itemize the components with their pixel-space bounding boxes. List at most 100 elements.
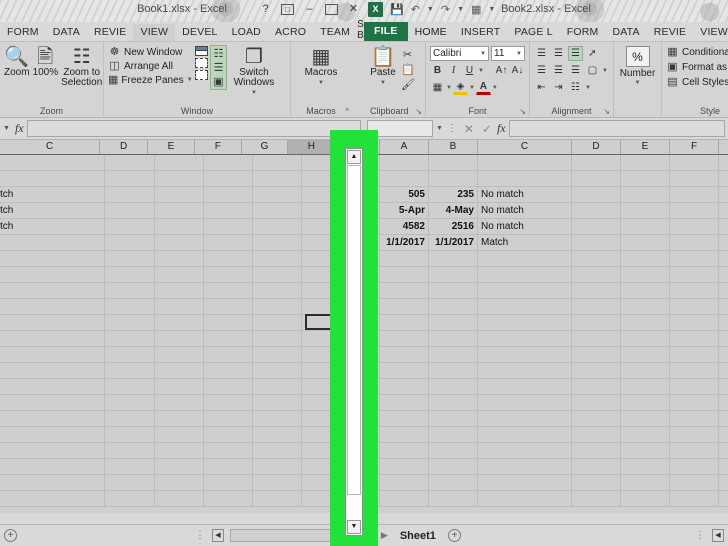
book1-cell-15-3[interactable]	[204, 395, 253, 410]
unhide-icon[interactable]	[195, 70, 208, 80]
book2-cell-12-6[interactable]	[670, 347, 719, 362]
book1-cell-3-1[interactable]	[105, 203, 155, 218]
ribbon-display-options-icon[interactable]: □	[281, 3, 294, 15]
book1-cell-4-1[interactable]	[105, 219, 155, 234]
book1-cell-12-0[interactable]	[0, 347, 105, 362]
book1-cell-15-0[interactable]	[0, 395, 105, 410]
tab-form[interactable]: FORM	[0, 24, 46, 41]
scroll-track[interactable]	[346, 495, 362, 519]
book2-cell-9-4[interactable]	[572, 299, 621, 314]
alignment-dialog-launcher[interactable]: ↘	[603, 107, 610, 116]
book1-cell-7-0[interactable]	[0, 267, 105, 282]
book1-cell-10-4[interactable]	[253, 315, 302, 330]
book2-cell-13-3[interactable]	[478, 363, 572, 378]
book2-cell-2-2[interactable]: 235	[429, 187, 478, 202]
chevron-down-icon[interactable]: ▼	[478, 68, 484, 74]
book1-cell-18-3[interactable]	[204, 443, 253, 458]
close-icon[interactable]: ✕	[347, 2, 360, 16]
book2-cell-4-2[interactable]: 2516	[429, 219, 478, 234]
book2-cell-6-6[interactable]	[670, 251, 719, 266]
book2-cell-17-6[interactable]	[670, 427, 719, 442]
book2-cell-15-4[interactable]	[572, 395, 621, 410]
book1-cell-4-2[interactable]	[155, 219, 204, 234]
book1-cell-5-3[interactable]	[204, 235, 253, 250]
book2-cell-0-1[interactable]	[380, 155, 429, 170]
reset-window-icon[interactable]: ▣	[212, 75, 225, 88]
align-center-icon[interactable]: ☰	[551, 63, 566, 78]
tab-data[interactable]: DATA	[46, 24, 87, 41]
book2-cell-6-4[interactable]	[572, 251, 621, 266]
book1-cell-19-0[interactable]	[0, 459, 105, 474]
book1-cell-20-3[interactable]	[204, 475, 253, 490]
chevron-down-icon[interactable]: ▼	[318, 78, 324, 88]
switch-windows-button[interactable]: ❐ Switch Windows ▼	[229, 46, 279, 98]
paintbrush-icon[interactable]: 🖌	[401, 78, 415, 91]
book2-cell-8-4[interactable]	[572, 283, 621, 298]
book2-cell-6-1[interactable]	[380, 251, 429, 266]
book2-cell-10-1[interactable]	[380, 315, 429, 330]
zoom-button[interactable]: 🔍 Zoom	[4, 46, 30, 78]
book2-cell-8-1[interactable]	[380, 283, 429, 298]
book2-cell-20-6[interactable]	[670, 475, 719, 490]
book2-cell-17-1[interactable]	[380, 427, 429, 442]
book2-cell-0-6[interactable]	[670, 155, 719, 170]
align-left-icon[interactable]: ☰	[534, 63, 549, 78]
book2-cell-15-1[interactable]	[380, 395, 429, 410]
book2-cell-2-6[interactable]	[670, 187, 719, 202]
vertical-scrollbar-book1[interactable]: ▲ ▼	[345, 148, 363, 536]
sheet-overflow-icon[interactable]: ⋮	[694, 530, 706, 541]
book1-cell-13-1[interactable]	[105, 363, 155, 378]
book2-cell-21-1[interactable]	[380, 491, 429, 506]
book2-cell-15-3[interactable]	[478, 395, 572, 410]
column-header-B[interactable]: B	[429, 140, 478, 154]
book2-cell-16-6[interactable]	[670, 411, 719, 426]
book1-cell-3-3[interactable]	[204, 203, 253, 218]
sync-scroll-icon[interactable]: ☰	[212, 61, 225, 74]
book2-cell-14-6[interactable]	[670, 379, 719, 394]
book2-cell-1-6[interactable]	[670, 171, 719, 186]
book2-cell-17-3[interactable]	[478, 427, 572, 442]
book1-cell-10-0[interactable]	[0, 315, 105, 330]
redo-icon[interactable]: ↷	[441, 3, 450, 16]
column-header-G[interactable]: G	[242, 140, 289, 154]
book2-cell-19-1[interactable]	[380, 459, 429, 474]
enter-formula-icon[interactable]: ✓	[479, 122, 495, 136]
tab-load[interactable]: LOAD	[225, 24, 268, 41]
scroll-up-arrow[interactable]: ▲	[347, 150, 361, 164]
book1-cell-2-0[interactable]: tch	[0, 187, 105, 202]
book2-cell-1-5[interactable]	[621, 171, 670, 186]
book2-cell-21-3[interactable]	[478, 491, 572, 506]
book2-cell-8-3[interactable]	[478, 283, 572, 298]
book2-cell-11-4[interactable]	[572, 331, 621, 346]
book2-cell-14-4[interactable]	[572, 379, 621, 394]
minimize-icon[interactable]: –	[303, 2, 316, 16]
merge-center-icon[interactable]: ☷	[568, 80, 583, 95]
percent-format-icon[interactable]: %	[625, 46, 650, 67]
book2-cell-4-6[interactable]	[670, 219, 719, 234]
book2-cell-16-2[interactable]	[429, 411, 478, 426]
book2-cell-0-4[interactable]	[572, 155, 621, 170]
book2-cell-3-6[interactable]	[670, 203, 719, 218]
book1-cell-13-2[interactable]	[155, 363, 204, 378]
column-header-D[interactable]: D	[100, 140, 149, 154]
book2-cell-20-1[interactable]	[380, 475, 429, 490]
book1-cell-21-3[interactable]	[204, 491, 253, 506]
book1-cell-21-1[interactable]	[105, 491, 155, 506]
book2-cell-7-2[interactable]	[429, 267, 478, 282]
align-middle-icon[interactable]: ☰	[551, 46, 566, 61]
maximize-icon[interactable]	[325, 3, 338, 15]
book2-cell-11-6[interactable]	[670, 331, 719, 346]
book2-cell-14-5[interactable]	[621, 379, 670, 394]
book1-cell-0-2[interactable]	[155, 155, 204, 170]
book1-cell-4-0[interactable]: tch	[0, 219, 105, 234]
book2-cell-18-3[interactable]	[478, 443, 572, 458]
split-icon[interactable]	[195, 46, 208, 56]
book1-cell-14-2[interactable]	[155, 379, 204, 394]
column-header-H[interactable]: H	[288, 140, 336, 154]
book2-cell-18-4[interactable]	[572, 443, 621, 458]
orientation-icon[interactable]: ➚	[585, 46, 600, 61]
book2-cell-20-3[interactable]	[478, 475, 572, 490]
book1-cell-9-0[interactable]	[0, 299, 105, 314]
hscroll-left-arrow-book2[interactable]: ◀	[712, 529, 724, 542]
book1-cell-1-1[interactable]	[105, 171, 155, 186]
